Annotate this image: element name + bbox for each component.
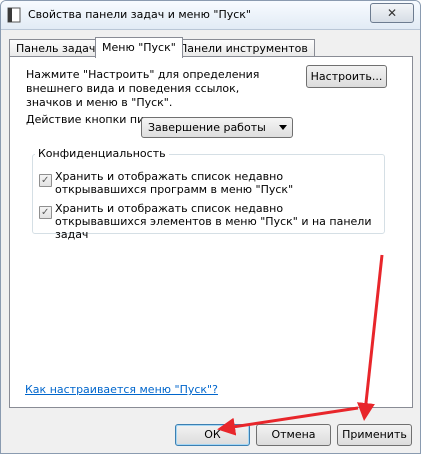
power-select-value: Завершение работы (148, 121, 266, 134)
taskbar-app-icon (7, 7, 21, 23)
cancel-button[interactable]: Отмена (256, 424, 331, 446)
close-button[interactable]: ✕ (370, 3, 414, 23)
close-icon: ✕ (386, 6, 398, 20)
recent-programs-checkbox[interactable]: ✓ (39, 174, 52, 187)
properties-dialog: Свойства панели задач и меню "Пуск" ✕ Па… (0, 0, 421, 454)
checkmark-icon: ✓ (41, 175, 50, 186)
start-menu-description: Нажмите "Настроить" для определения внеш… (26, 68, 260, 109)
tab-start-menu[interactable]: Меню "Пуск" (95, 37, 183, 58)
start-menu-help-link[interactable]: Как настраивается меню "Пуск"? (25, 383, 218, 396)
customize-button[interactable]: Настроить... (306, 65, 387, 88)
tab-taskbar[interactable]: Панель задач (9, 39, 103, 57)
tab-bar: Панель задач Меню "Пуск" Панели инструме… (9, 37, 413, 58)
ok-button[interactable]: ОК (175, 424, 250, 446)
recent-programs-label[interactable]: Хранить и отображать список недавно откр… (55, 170, 375, 196)
window-title: Свойства панели задач и меню "Пуск" (28, 8, 251, 21)
recent-items-label[interactable]: Хранить и отображать список недавно откр… (55, 202, 375, 241)
privacy-group-title: Конфиденциальность (35, 147, 169, 161)
apply-button[interactable]: Применить (337, 424, 412, 446)
title-bar[interactable]: Свойства панели задач и меню "Пуск" ✕ (1, 1, 420, 30)
checkmark-icon: ✓ (41, 207, 50, 218)
recent-items-checkbox[interactable]: ✓ (39, 206, 52, 219)
chevron-down-icon (279, 125, 287, 130)
tab-toolbars[interactable]: Панели инструментов (172, 39, 315, 57)
power-button-action-select[interactable]: Завершение работы (141, 117, 293, 138)
